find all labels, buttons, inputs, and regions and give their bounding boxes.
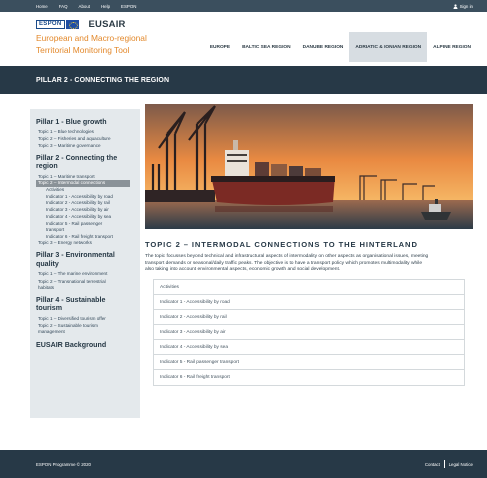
sidebar-subitem-indicator-3[interactable]: Indicator 3 - Accessibility by air [30, 207, 140, 214]
sidebar-pillar-3-heading[interactable]: Pillar 3 - Environmental quality [30, 251, 140, 268]
sidebar-subitem-indicator-5-line-2: transport [46, 226, 65, 232]
sidebar-item-blue-technologies[interactable]: Topic 1 – Blue technologies [30, 129, 140, 136]
sidebar-pillar-3-heading-line-1: Pillar 3 - Environmental [36, 251, 115, 260]
page: Home FAQ About Help ESPON Sign in ESPON … [0, 0, 487, 478]
sidebar-item-sustainable-tourism[interactable]: Topic 2 – Sustainable tourism management [30, 322, 140, 336]
sidebar-item-energy-networks[interactable]: Topic 3 – Energy networks [30, 240, 140, 247]
sidebar-nav: Pillar 1 - Blue growth Topic 1 – Blue te… [30, 109, 140, 418]
top-nav: Home FAQ About Help ESPON [36, 4, 147, 9]
port-hero-image [145, 104, 473, 229]
topic-description: The topic focusses beyond technical and … [145, 254, 470, 274]
indicator-link-list: Activities Indicator 1 - Accessibility b… [153, 279, 465, 387]
sidebar-item-eusair-background[interactable]: EUSAIR Background [30, 341, 140, 349]
sidebar-item-maritime-transport[interactable]: Topic 1 – Maritime transport [30, 174, 140, 181]
nav-faq-link[interactable]: FAQ [59, 4, 68, 9]
espon-logo: ESPON [36, 19, 65, 29]
nav-help-link[interactable]: Help [101, 4, 110, 9]
logo-subtitle-line-1: European and Macro-regional [36, 33, 147, 43]
sidebar-subitem-indicator-5[interactable]: Indicator 5 - Rail passenger transport [30, 220, 140, 234]
sidebar-pillar-4-heading[interactable]: Pillar 4 - Sustainable tourism [30, 296, 140, 313]
tab-baltic-sea-region[interactable]: BALTIC SEA REGION [236, 32, 297, 62]
eu-flag-icon [65, 19, 79, 29]
espon-logo-text: ESPON [39, 21, 62, 27]
topic-description-line-1: The topic focusses beyond technical and … [145, 254, 429, 259]
sidebar-pillar-3-heading-line-2: quality [36, 259, 59, 268]
pillar-title-band: PILLAR 2 - CONNECTING THE REGION [0, 66, 487, 94]
topic-content: TOPIC 2 – INTERMODAL CONNECTIONS TO THE … [145, 104, 473, 387]
sign-in-button[interactable]: Sign in [453, 0, 473, 12]
footer-links: Contact Legal Notice [425, 450, 473, 478]
footer-copyright: ESPON Programme © 2020 [36, 461, 91, 467]
user-icon [453, 3, 458, 9]
link-activities[interactable]: Activities [154, 280, 464, 296]
logo-subtitle-line-2: Territorial Monitoring Tool [36, 45, 130, 55]
link-indicator-6[interactable]: Indicator 6 - Rail freight transport [154, 370, 464, 385]
eusair-logo-text: EUSAIR [88, 18, 126, 30]
footer-legal-notice-link[interactable]: Legal Notice [449, 462, 473, 467]
top-navigation-bar: Home FAQ About Help ESPON Sign in [0, 0, 487, 12]
page-title: PILLAR 2 - CONNECTING THE REGION [36, 76, 170, 84]
sidebar-pillar-2-heading-line-2: region [36, 162, 58, 171]
sidebar-subitem-indicator-4[interactable]: Indicator 4 - Accessibility by sea [30, 214, 140, 221]
nav-home-link[interactable]: Home [36, 4, 48, 9]
sidebar-item-diversified-tourism[interactable]: Topic 1 – Diversified tourism offer [30, 316, 140, 323]
tab-europe[interactable]: EUROPE [204, 32, 236, 62]
sign-in-label: Sign in [459, 3, 473, 9]
footer-contact-link[interactable]: Contact [425, 462, 440, 467]
main-area: Pillar 1 - Blue growth Topic 1 – Blue te… [0, 94, 487, 450]
site-logo[interactable]: ESPON EUSAIR European and Macro-regional… [36, 17, 147, 55]
region-tabs: EUROPE BALTIC SEA REGION DANUBE REGION A… [204, 32, 477, 62]
sidebar-item-marine-environment[interactable]: Topic 1 – The marine environment [30, 271, 140, 278]
sidebar-item-maritime-governance[interactable]: Topic 3 – Maritime governance [30, 143, 140, 150]
sidebar-pillar-1-heading[interactable]: Pillar 1 - Blue growth [30, 118, 140, 126]
link-indicator-4[interactable]: Indicator 4 - Accessibility by sea [154, 340, 464, 356]
sidebar-pillar-2-heading-line-1: Pillar 2 - Connecting the [36, 153, 118, 162]
site-footer: ESPON Programme © 2020 Contact Legal Not… [0, 450, 487, 478]
sidebar-pillar-2-heading[interactable]: Pillar 2 - Connecting the region [30, 154, 140, 171]
link-indicator-5[interactable]: Indicator 5 - Rail passenger transport [154, 355, 464, 371]
sidebar-subitem-indicator-6[interactable]: Indicator 6 - Rail freight transport [30, 234, 140, 241]
sidebar-subitem-indicator-1[interactable]: Indicator 1 - Accessibility by road [30, 194, 140, 201]
sidebar-pillar-4-heading-line-2: tourism [36, 304, 63, 313]
link-indicator-3[interactable]: Indicator 3 - Accessibility by air [154, 325, 464, 341]
sidebar-item-terrestrial-habitats[interactable]: Topic 2 – Transnational terrestrial habi… [30, 278, 140, 292]
sidebar-subitem-indicator-2[interactable]: Indicator 2 - Accessibility by rail [30, 200, 140, 207]
tab-adriatic-ionian-region[interactable]: ADRIATIC & IONIAN REGION [349, 32, 428, 62]
tab-danube-region[interactable]: DANUBE REGION [297, 32, 350, 62]
link-indicator-2[interactable]: Indicator 2 - Accessibility by rail [154, 310, 464, 326]
topic-heading: TOPIC 2 – INTERMODAL CONNECTIONS TO THE … [145, 240, 418, 249]
site-header: ESPON EUSAIR European and Macro-regional… [0, 12, 487, 66]
sidebar-item-sustainable-tourism-line-2: management [38, 329, 65, 335]
link-indicator-1[interactable]: Indicator 1 - Accessibility by road [154, 295, 464, 311]
sidebar-item-terrestrial-habitats-line-2: habitats [38, 284, 55, 290]
sidebar-subitem-activities[interactable]: Activities [30, 187, 140, 194]
nav-about-link[interactable]: About [79, 4, 90, 9]
sidebar-pillar-4-heading-line-1: Pillar 4 - Sustainable [36, 295, 106, 304]
sidebar-item-intermodal-connections[interactable]: Topic 2 – Intermodal connections [36, 180, 130, 188]
topic-description-line-3: also taking into account environmental a… [145, 267, 341, 273]
footer-divider [443, 460, 445, 468]
tab-alpine-region[interactable]: ALPINE REGION [427, 32, 477, 62]
nav-espon-link[interactable]: ESPON [121, 4, 136, 9]
sidebar-item-fisheries-aquaculture[interactable]: Topic 2 – Fisheries and aquaculture [30, 136, 140, 143]
